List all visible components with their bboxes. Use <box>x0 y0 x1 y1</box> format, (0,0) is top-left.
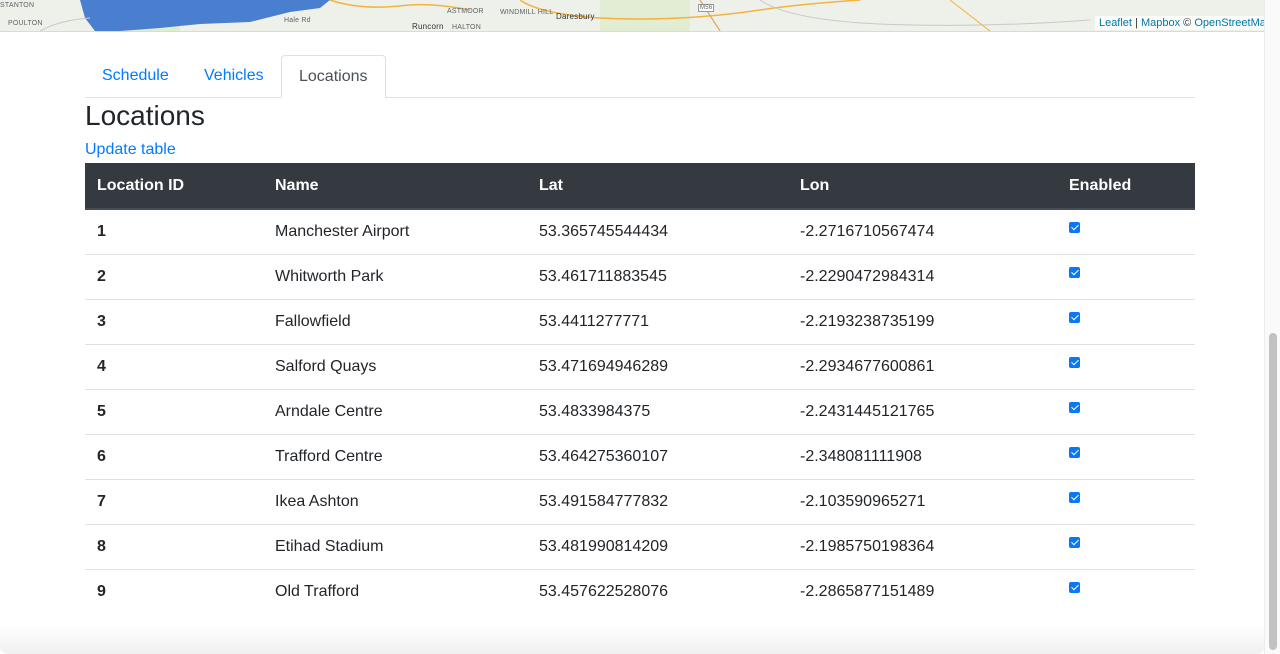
location-id-cell: 6 <box>85 433 263 479</box>
map-place-label: ASTMOOR <box>447 8 484 15</box>
location-lat-cell: 53.4411277771 <box>527 298 788 344</box>
map-attribution: Leaflet | Mapbox © OpenStreetMap <box>1094 16 1276 30</box>
location-lon-cell: -2.2865877151489 <box>788 568 1057 614</box>
map-place-label: Hale Rd <box>284 17 311 24</box>
location-lon-cell: -2.2934677600861 <box>788 343 1057 389</box>
tab-locations[interactable]: Locations <box>281 55 386 98</box>
enabled-checkbox[interactable] <box>1069 446 1080 458</box>
table-row: 8 Etihad Stadium 53.481990814209 -2.1985… <box>85 523 1195 569</box>
scrollbar-thumb[interactable] <box>1269 333 1277 650</box>
column-header-location-id: Location ID <box>85 163 263 210</box>
location-lat-cell: 53.461711883545 <box>527 253 788 299</box>
motorway-shield-icon: M56 <box>698 4 715 12</box>
enabled-cell <box>1057 478 1195 524</box>
location-lon-cell: -2.348081111908 <box>788 433 1057 479</box>
map-place-label: Runcorn <box>412 22 444 31</box>
table-row: 1 Manchester Airport 53.365745544434 -2.… <box>85 209 1195 254</box>
location-lat-cell: 53.365745544434 <box>539 222 669 240</box>
location-lon-cell: -2.103590965271 <box>788 478 1057 524</box>
enabled-checkbox[interactable] <box>1069 581 1080 593</box>
location-lon-cell: -2.1985750198364 <box>788 523 1057 569</box>
map-place-label: WINDMILL HILL <box>500 9 554 16</box>
location-lat-cell: 53.464275360107 <box>527 433 788 479</box>
location-lat-cell: 53.471694946289 <box>527 343 788 389</box>
map-place-label: HALTON <box>452 24 481 31</box>
page-bottom-edge <box>0 624 1265 654</box>
location-lat-cell: 53.481990814209 <box>527 523 788 569</box>
locations-table: Location ID Name Lat Lon Enabled 1 Manch… <box>85 163 1195 614</box>
location-id-cell: 7 <box>85 478 263 524</box>
location-name-cell: Trafford Centre <box>263 433 527 479</box>
table-row: 2 Whitworth Park 53.461711883545 -2.2290… <box>85 253 1195 299</box>
mapbox-link[interactable]: Mapbox <box>1141 17 1180 29</box>
table-header-row: Location ID Name Lat Lon Enabled <box>85 163 1195 210</box>
enabled-checkbox[interactable] <box>1069 221 1080 233</box>
enabled-checkbox[interactable] <box>1069 266 1080 278</box>
map-place-label: STANTON <box>0 2 35 9</box>
location-name-cell: Old Trafford <box>263 568 527 614</box>
copyright-symbol: © <box>1183 17 1192 29</box>
leaflet-link[interactable]: Leaflet <box>1099 17 1132 29</box>
enabled-checkbox[interactable] <box>1069 311 1080 323</box>
column-header-enabled: Enabled <box>1057 163 1195 210</box>
enabled-cell <box>1057 253 1195 299</box>
table-row: 6 Trafford Centre 53.464275360107 -2.348… <box>85 433 1195 479</box>
column-header-name: Name <box>263 163 527 210</box>
enabled-checkbox[interactable] <box>1069 536 1080 548</box>
location-id-cell: 4 <box>85 343 263 389</box>
page-title: Locations <box>85 100 205 131</box>
location-lat-cell: 53.491584777832 <box>527 478 788 524</box>
tab-bar: Schedule Vehicles Locations <box>85 55 1195 98</box>
enabled-checkbox[interactable] <box>1069 356 1080 368</box>
location-lon-cell: -2.2290472984314 <box>788 253 1057 299</box>
location-lon-cell: -2.2193238735199 <box>788 298 1057 344</box>
enabled-checkbox[interactable] <box>1069 401 1080 413</box>
location-lat-cell: 53.4833984375 <box>527 388 788 434</box>
openstreetmap-link[interactable]: OpenStreetMap <box>1194 17 1272 29</box>
location-name-cell: Manchester Airport <box>275 222 410 240</box>
location-lat-cell: 53.457622528076 <box>527 568 788 614</box>
location-id-cell: 1 <box>97 222 106 240</box>
location-lon-cell: -2.2431445121765 <box>788 388 1057 434</box>
location-id-cell: 5 <box>85 388 263 434</box>
location-lon-cell: -2.2716710567474 <box>800 222 935 240</box>
map-tiles <box>0 0 1280 31</box>
map-place-label: Daresbury <box>556 12 595 21</box>
column-header-lon: Lon <box>788 163 1057 210</box>
location-name-cell: Salford Quays <box>263 343 527 389</box>
location-id-cell: 3 <box>85 298 263 344</box>
update-table-link[interactable]: Update table <box>85 141 176 159</box>
attribution-separator: | <box>1135 17 1138 29</box>
table-row: 7 Ikea Ashton 53.491584777832 -2.1035909… <box>85 478 1195 524</box>
enabled-checkbox[interactable] <box>1069 491 1080 503</box>
location-name-cell: Arndale Centre <box>263 388 527 434</box>
location-name-cell: Ikea Ashton <box>263 478 527 524</box>
enabled-cell <box>1057 209 1195 254</box>
column-header-lat: Lat <box>527 163 788 210</box>
vertical-scrollbar[interactable] <box>1264 0 1280 654</box>
enabled-cell <box>1057 568 1195 614</box>
map-view[interactable]: STANTON POULTON Hale Rd Runcorn HALTON A… <box>0 0 1280 32</box>
table-row: 3 Fallowfield 53.4411277771 -2.219323873… <box>85 298 1195 344</box>
tab-vehicles[interactable]: Vehicles <box>187 55 281 96</box>
location-name-cell: Fallowfield <box>263 298 527 344</box>
location-id-cell: 9 <box>85 568 263 614</box>
tab-schedule[interactable]: Schedule <box>85 55 186 96</box>
map-place-label: POULTON <box>8 20 43 27</box>
enabled-cell <box>1057 388 1195 434</box>
table-row: 9 Old Trafford 53.457622528076 -2.286587… <box>85 568 1195 614</box>
enabled-cell <box>1057 523 1195 569</box>
enabled-cell <box>1057 298 1195 344</box>
location-id-cell: 2 <box>85 253 263 299</box>
table-row: 4 Salford Quays 53.471694946289 -2.29346… <box>85 343 1195 389</box>
location-id-cell: 8 <box>85 523 263 569</box>
enabled-cell <box>1057 343 1195 389</box>
enabled-cell <box>1057 433 1195 479</box>
location-name-cell: Whitworth Park <box>263 253 527 299</box>
table-row: 5 Arndale Centre 53.4833984375 -2.243144… <box>85 388 1195 434</box>
location-name-cell: Etihad Stadium <box>263 523 527 569</box>
